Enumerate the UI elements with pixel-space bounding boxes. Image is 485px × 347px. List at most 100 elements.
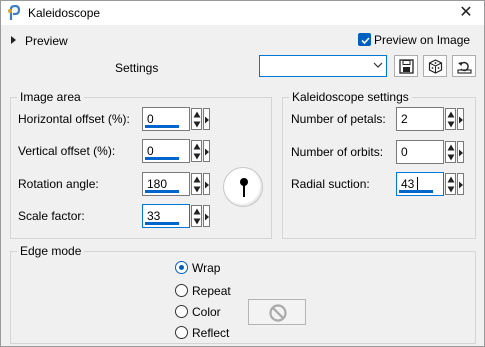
vertical-offset-spinner[interactable]: 0 — [142, 139, 210, 163]
spin-arrows[interactable] — [191, 173, 202, 195]
window-title: Kaleidoscope — [28, 6, 101, 20]
dialog-body: Preview Preview on Image Settings Image … — [1, 25, 484, 346]
caret-right-icon — [459, 181, 463, 189]
radio-selected-icon — [175, 261, 188, 274]
spin-arrows[interactable] — [191, 108, 202, 130]
spin-down-icon — [193, 153, 201, 160]
radio-unselected-icon — [175, 284, 188, 297]
number-of-petals-label: Number of petals: — [291, 112, 386, 126]
dice-icon — [428, 59, 443, 74]
caret-right-icon — [205, 116, 209, 124]
spin-down-icon — [193, 218, 201, 225]
spin-arrows[interactable] — [445, 173, 456, 195]
caret-right-icon — [459, 149, 463, 157]
settings-combobox[interactable] — [259, 55, 387, 77]
caret-right-icon — [205, 213, 209, 221]
image-area-title: Image area — [17, 90, 84, 104]
settings-label: Settings — [115, 61, 159, 75]
save-settings-button[interactable] — [394, 55, 418, 77]
caret-right-icon — [459, 116, 463, 124]
number-of-petals-spinner[interactable]: 2 — [396, 107, 464, 131]
spin-up-icon — [193, 111, 201, 118]
number-of-petals-value: 2 — [401, 112, 408, 126]
spin-down-icon — [447, 186, 455, 193]
spin-arrows[interactable] — [191, 140, 202, 162]
vertical-offset-input[interactable]: 0 — [142, 139, 190, 163]
vertical-offset-label: Vertical offset (%): — [18, 144, 116, 158]
spin-up-icon — [447, 176, 455, 183]
chevron-down-icon — [373, 62, 383, 68]
value-underline — [145, 222, 179, 225]
reset-icon — [457, 61, 472, 74]
spin-arrows[interactable] — [445, 141, 456, 163]
rotation-dial[interactable] — [223, 167, 263, 207]
radial-suction-input[interactable]: 43 — [396, 172, 444, 196]
slider-popup-button[interactable] — [203, 108, 210, 130]
app-icon — [8, 5, 21, 20]
edge-mode-reflect-label: Reflect — [192, 326, 230, 340]
checkmark-icon — [358, 33, 371, 46]
preview-on-image-label: Preview on Image — [374, 33, 471, 47]
slider-popup-button[interactable] — [457, 141, 464, 163]
kaleidoscope-dialog: Kaleidoscope ✕ Preview Preview on Image … — [0, 0, 485, 347]
value-underline — [145, 125, 179, 128]
title-bar: Kaleidoscope ✕ — [1, 1, 484, 25]
spin-up-icon — [447, 144, 455, 151]
edge-mode-title: Edge mode — [17, 244, 85, 258]
horizontal-offset-label: Horizontal offset (%): — [18, 112, 130, 126]
slider-popup-button[interactable] — [203, 205, 210, 227]
spin-down-icon — [447, 121, 455, 128]
save-icon — [399, 59, 414, 74]
dial-knob — [240, 178, 248, 186]
rotation-angle-spinner[interactable]: 180 — [142, 172, 210, 196]
scale-factor-spinner[interactable]: 33 — [142, 204, 210, 228]
spin-up-icon — [447, 111, 455, 118]
spin-up-icon — [193, 143, 201, 150]
edge-mode-group: Edge mode — [10, 244, 476, 344]
randomize-button[interactable] — [423, 55, 447, 77]
radial-suction-spinner[interactable]: 43 — [396, 172, 464, 196]
caret-right-icon — [205, 148, 209, 156]
scale-factor-input[interactable]: 33 — [142, 204, 190, 228]
close-button[interactable]: ✕ — [456, 3, 476, 23]
radial-suction-value: 43 — [401, 177, 415, 191]
edge-mode-repeat-label: Repeat — [192, 284, 231, 298]
number-of-petals-input[interactable]: 2 — [396, 107, 444, 131]
value-underline — [145, 157, 179, 160]
horizontal-offset-value: 0 — [147, 112, 154, 126]
spin-down-icon — [447, 154, 455, 161]
slider-popup-button[interactable] — [203, 173, 210, 195]
rotation-angle-input[interactable]: 180 — [142, 172, 190, 196]
spin-arrows[interactable] — [191, 205, 202, 227]
spin-down-icon — [193, 121, 201, 128]
slider-popup-button[interactable] — [203, 140, 210, 162]
slider-popup-button[interactable] — [457, 173, 464, 195]
rotation-angle-label: Rotation angle: — [18, 177, 99, 191]
preview-label: Preview — [25, 34, 68, 48]
vertical-offset-value: 0 — [147, 144, 154, 158]
text-cursor — [417, 177, 418, 191]
edge-color-swatch[interactable] — [248, 299, 306, 325]
edge-mode-wrap-label: Wrap — [192, 261, 221, 275]
caret-right-icon — [205, 181, 209, 189]
kaleidoscope-settings-title: Kaleidoscope settings — [289, 90, 412, 104]
reset-button[interactable] — [452, 55, 476, 77]
number-of-orbits-input[interactable]: 0 — [396, 140, 444, 164]
horizontal-offset-spinner[interactable]: 0 — [142, 107, 210, 131]
scale-factor-value: 33 — [147, 209, 161, 223]
number-of-orbits-label: Number of orbits: — [291, 145, 384, 159]
radial-suction-label: Radial suction: — [291, 177, 370, 191]
spin-down-icon — [193, 186, 201, 193]
horizontal-offset-input[interactable]: 0 — [142, 107, 190, 131]
radio-unselected-icon — [175, 305, 188, 318]
value-underline — [399, 190, 433, 193]
spin-up-icon — [193, 208, 201, 215]
spin-arrows[interactable] — [445, 108, 456, 130]
spin-up-icon — [193, 176, 201, 183]
expand-triangle-icon — [11, 36, 16, 44]
rotation-angle-value: 180 — [147, 177, 168, 191]
value-underline — [145, 190, 179, 193]
slider-popup-button[interactable] — [457, 108, 464, 130]
number-of-orbits-spinner[interactable]: 0 — [396, 140, 464, 164]
number-of-orbits-value: 0 — [401, 145, 408, 159]
